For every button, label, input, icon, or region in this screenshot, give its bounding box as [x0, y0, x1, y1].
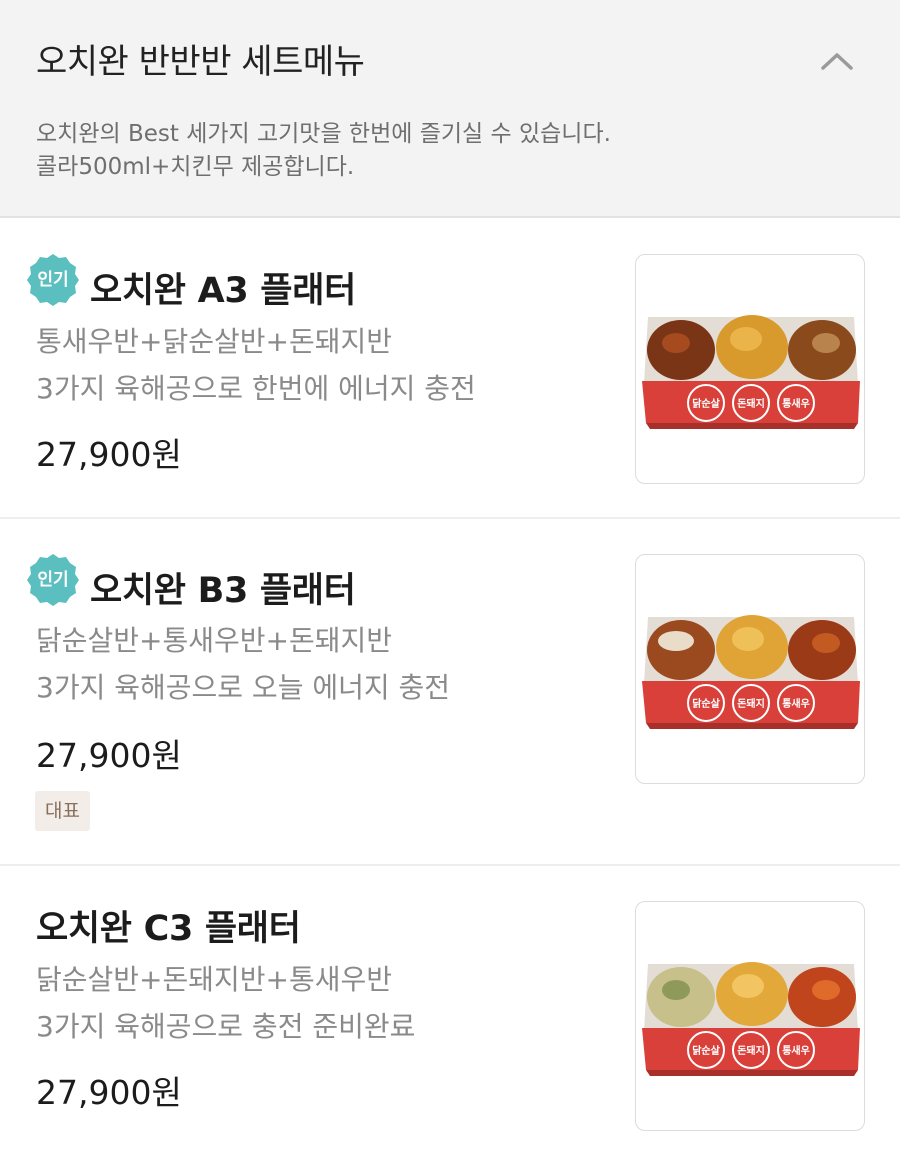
box-label: 닭순살	[692, 697, 720, 710]
item-thumbnail[interactable]: 닭순살 돈돼지 통새우	[635, 901, 865, 1131]
box-label: 통새우	[782, 1044, 810, 1057]
item-name: 오치완 A3 플래터	[90, 271, 357, 311]
box-label: 돈돼지	[737, 1044, 765, 1057]
signature-tag: 대표	[35, 791, 90, 831]
description-line: 콜라500ml+치킨무 제공합니다.	[36, 154, 355, 180]
description-line: 3가지 육해공으로 오늘 에너지 충전	[36, 671, 451, 704]
box-label: 돈돼지	[737, 397, 765, 410]
description-line: 닭순살반+통새우반+돈돼지반	[36, 624, 393, 657]
menu-item-c3[interactable]: 오치완 C3 플래터 닭순살반+돈돼지반+통새우반 3가지 육해공으로 충전 준…	[0, 866, 900, 1165]
item-description: 닭순살반+통새우반+돈돼지반 3가지 육해공으로 오늘 에너지 충전	[36, 617, 450, 711]
box-label: 닭순살	[692, 1044, 720, 1057]
collapse-button[interactable]	[812, 40, 862, 80]
item-name: 오치완 B3 플래터	[90, 571, 356, 611]
description-line: 통새우반+닭순살반+돈돼지반	[36, 325, 393, 358]
chevron-up-icon	[821, 53, 853, 70]
box-label: 닭순살	[692, 397, 720, 410]
item-price: 27,900원	[36, 736, 182, 775]
item-name: 오치완 C3 플래터	[36, 909, 301, 949]
box-label: 통새우	[782, 697, 810, 710]
description-line: 3가지 육해공으로 한번에 에너지 충전	[36, 372, 476, 405]
item-price: 27,900원	[36, 435, 182, 474]
item-thumbnail[interactable]: 닭순살 돈돼지 통새우	[635, 554, 865, 784]
item-description: 통새우반+닭순살반+돈돼지반 3가지 육해공으로 한번에 에너지 충전	[36, 318, 476, 412]
section-title: 오치완 반반반 세트메뉴	[36, 42, 365, 82]
menu-item-b3[interactable]: 인기 오치완 B3 플래터 닭순살반+통새우반+돈돼지반 3가지 육해공으로 오…	[0, 519, 900, 866]
description-line: 닭순살반+돈돼지반+통새우반	[36, 963, 393, 996]
popular-badge: 인기	[26, 553, 80, 607]
item-thumbnail[interactable]: 닭순살 돈돼지 통새우	[635, 254, 865, 484]
chicken-platter-image: 닭순살 돈돼지 통새우	[642, 315, 860, 429]
box-label: 돈돼지	[737, 697, 765, 710]
item-description: 닭순살반+돈돼지반+통새우반 3가지 육해공으로 충전 준비완료	[36, 956, 415, 1050]
item-price: 27,900원	[36, 1073, 182, 1112]
description-line: 3가지 육해공으로 충전 준비완료	[36, 1010, 416, 1043]
badge-label: 인기	[37, 570, 69, 590]
description-line: 오치완의 Best 세가지 고기맛을 한번에 즐기실 수 있습니다.	[36, 121, 611, 147]
section-description: 오치완의 Best 세가지 고기맛을 한번에 즐기실 수 있습니다. 콜라500…	[36, 118, 611, 184]
chicken-platter-image: 닭순살 돈돼지 통새우	[642, 962, 860, 1076]
box-label: 통새우	[782, 397, 810, 410]
menu-item-a3[interactable]: 인기 오치완 A3 플래터 통새우반+닭순살반+돈돼지반 3가지 육해공으로 한…	[0, 220, 900, 519]
badge-label: 인기	[37, 270, 69, 290]
chicken-platter-image: 닭순살 돈돼지 통새우	[642, 615, 860, 729]
popular-badge: 인기	[26, 253, 80, 307]
set-menu-header[interactable]: 오치완 반반반 세트메뉴 오치완의 Best 세가지 고기맛을 한번에 즐기실 …	[0, 0, 900, 218]
